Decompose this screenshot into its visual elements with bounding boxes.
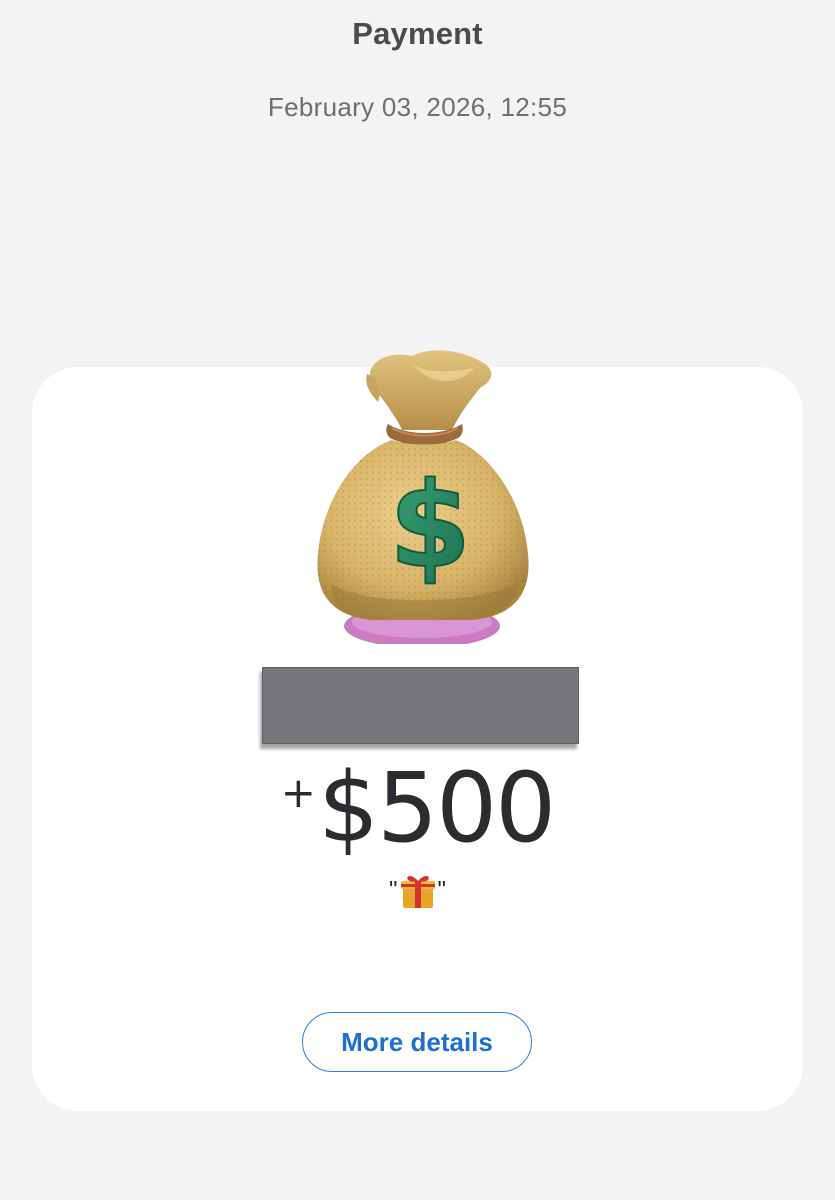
note-close-quote: " (437, 876, 447, 904)
svg-text:$: $ (389, 456, 471, 594)
money-bag-icon: $ (317, 350, 529, 644)
page-title: Payment (352, 16, 483, 51)
payment-amount: +$500 (0, 752, 835, 864)
gift-icon (400, 876, 435, 908)
payment-date: February 03, 2026, 12:55 (267, 92, 568, 122)
amount-sign: + (280, 768, 316, 817)
payment-note: " " (0, 872, 835, 910)
amount-value: $500 (317, 752, 556, 864)
more-details-button[interactable]: More details (302, 1012, 532, 1072)
sender-name-redacted (262, 667, 579, 744)
note-open-quote: " (388, 876, 398, 904)
